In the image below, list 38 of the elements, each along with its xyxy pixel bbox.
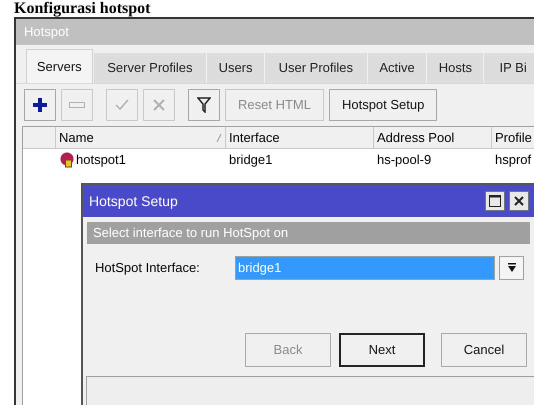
tab[interactable]: Hosts [426, 53, 484, 83]
close-icon [514, 196, 524, 206]
minus-icon [69, 102, 85, 108]
dialog-title: Hotspot Setup [89, 192, 178, 211]
heading: Konfigurasi hotspot [14, 0, 152, 17]
filter-icon [197, 97, 211, 113]
tab[interactable]: IP Bi [483, 53, 534, 83]
dialog-button[interactable]: Cancel [441, 333, 527, 367]
square-icon [489, 195, 501, 207]
tab[interactable]: Servers [26, 49, 93, 83]
toolbar-button[interactable]: Hotspot Setup [328, 89, 438, 121]
sort-icon [216, 134, 222, 142]
table-cell-text: hsprof [495, 151, 532, 170]
tab[interactable]: Users [206, 53, 264, 83]
column-header[interactable]: Interface [226, 127, 374, 148]
column-header[interactable]: Address Pool [374, 127, 492, 148]
column-header[interactable]: Name [56, 127, 226, 148]
field-label: HotSpot Interface: [95, 259, 201, 278]
table-cell-text: hotspot1 [76, 151, 126, 170]
window-title: Hotspot [24, 23, 69, 42]
filter-button[interactable] [188, 89, 220, 121]
table-cell-text: bridge1 [229, 151, 272, 170]
tab[interactable]: Server Profiles [92, 53, 206, 83]
tab[interactable]: User Profiles [264, 53, 367, 83]
dropdown-button[interactable] [499, 256, 524, 280]
close-button[interactable] [509, 191, 529, 211]
maximize-button[interactable] [485, 191, 505, 211]
hotspot-status-icon [59, 152, 75, 168]
add-button[interactable] [24, 89, 56, 121]
dropdown-arrow-icon [506, 263, 516, 273]
table-cell-text: hs-pool-9 [377, 151, 432, 170]
x-icon [152, 98, 166, 112]
column-header[interactable]: Profile [492, 127, 534, 148]
plus-icon [32, 97, 48, 113]
check-icon [115, 99, 129, 111]
dialog-subtitle: Select interface to run HotSpot on [93, 224, 288, 242]
tab[interactable]: Active [366, 53, 426, 83]
dialog-button[interactable]: Next [339, 333, 425, 367]
